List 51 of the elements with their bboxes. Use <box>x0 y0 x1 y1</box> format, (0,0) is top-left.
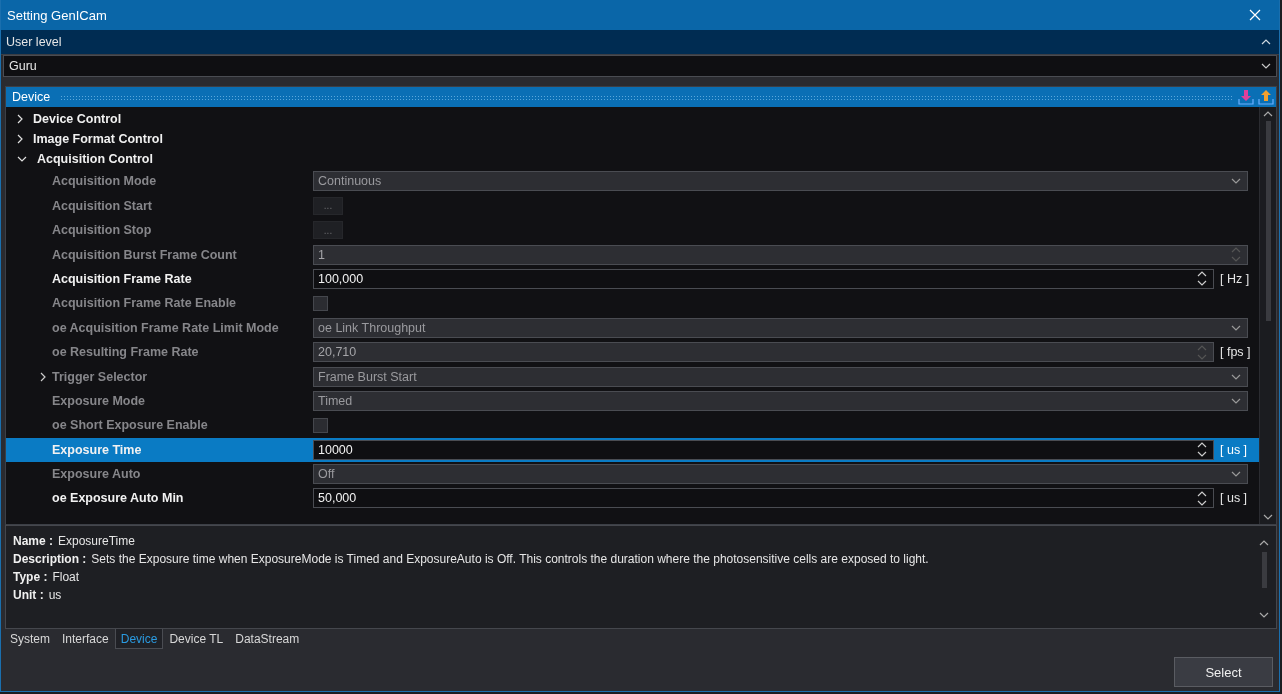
unit-label: [ fps ] <box>1220 345 1248 360</box>
scroll-down-icon[interactable] <box>1263 514 1273 520</box>
group-label[interactable]: Device Control <box>33 112 122 126</box>
property-label: Exposure Time <box>52 442 142 457</box>
property-label: oe Acquisition Frame Rate Limit Mode <box>52 320 279 335</box>
property-label: Acquisition Mode <box>52 174 157 189</box>
property-label: Exposure Auto <box>52 467 141 482</box>
property-label: oe Resulting Frame Rate <box>52 345 199 360</box>
section-label: User level <box>6 35 62 49</box>
scrollbar[interactable] <box>1259 107 1276 524</box>
property-label: Acquisition Burst Frame Count <box>52 247 237 262</box>
unit-label: [ Hz ] <box>1220 271 1248 286</box>
tab[interactable]: DataStream <box>229 629 306 649</box>
info-key: Type : <box>13 570 48 584</box>
user-level-dropdown[interactable]: Guru <box>3 55 1277 77</box>
info-value: Float <box>52 570 80 584</box>
selected-row[interactable]: Exposure Time 10000 [ us ] <box>6 437 1259 462</box>
property-label: Acquisition Start <box>52 198 152 213</box>
group-label[interactable]: Image Format Control <box>33 132 163 146</box>
close-icon[interactable] <box>1249 9 1261 21</box>
scroll-up-icon[interactable] <box>1259 540 1269 546</box>
select-button[interactable]: Select <box>1174 657 1273 687</box>
tab[interactable]: Device TL <box>163 629 230 649</box>
scroll-up-icon[interactable] <box>1263 111 1273 117</box>
info-value: ExposureTime <box>58 534 135 548</box>
scroll-down-icon[interactable] <box>1259 612 1269 618</box>
info-key: Description : <box>13 552 87 566</box>
info-key: Unit : <box>13 588 44 602</box>
chevron-right-icon[interactable] <box>17 134 23 144</box>
property-label: Trigger Selector <box>52 369 148 384</box>
panel-title: Device <box>12 90 51 104</box>
tab[interactable]: System <box>4 629 56 649</box>
unit-label: [ us ] <box>1220 442 1248 457</box>
property-label: Acquisition Frame Rate Enable <box>52 296 237 311</box>
collapse-icon[interactable] <box>1261 39 1271 45</box>
info-key: Name : <box>13 534 53 548</box>
info-value: us <box>48 588 62 602</box>
chevron-right-icon[interactable] <box>17 114 23 124</box>
property-label: oe Exposure Auto Min <box>52 491 184 506</box>
tab[interactable]: Interface <box>56 629 115 649</box>
group-label[interactable]: Acquisition Control <box>37 152 153 166</box>
property-label: Acquisition Stop <box>52 223 152 238</box>
scroll-thumb[interactable] <box>1265 121 1271 321</box>
property-label: Exposure Mode <box>52 393 146 408</box>
info-value: Sets the Exposure time when ExposureMode is Timed and ExposureAuto is Off. This controls the duration where the photosensitive cells are exposed to light. <box>91 552 929 566</box>
scroll-thumb[interactable] <box>1261 552 1267 588</box>
property-label: oe Short Exposure Enable <box>52 418 208 433</box>
unit-label: [ us ] <box>1220 491 1248 506</box>
tab[interactable]: Device <box>114 629 164 649</box>
window-title: Setting GenICam <box>7 7 107 23</box>
property-label: Acquisition Frame Rate <box>52 271 192 286</box>
